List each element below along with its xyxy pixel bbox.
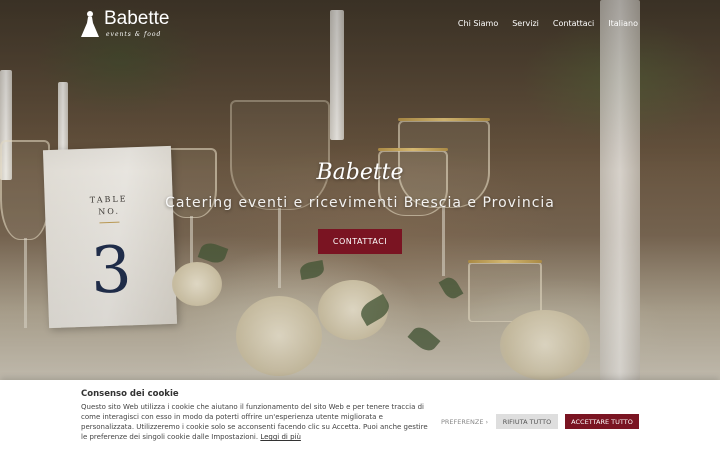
tumbler-glass (468, 262, 542, 322)
gold-rim (468, 260, 542, 263)
cookie-read-more-link[interactable]: Leggi di più (260, 433, 301, 441)
nav-language[interactable]: Italiano (608, 19, 638, 28)
cookie-reject-all-button[interactable]: RIFIUTA TUTTO (496, 414, 558, 429)
cookie-preferences-button[interactable]: PREFERENZE › (435, 414, 493, 429)
flower (172, 262, 222, 306)
bride-silhouette-icon (81, 11, 99, 37)
hero-tagline: Catering eventi e ricevimenti Brescia e … (165, 195, 555, 211)
logo-tagline: events & food (106, 31, 162, 38)
cookie-description: Questo sito Web utilizza i cookie che ai… (81, 403, 428, 441)
cookie-accept-all-button[interactable]: ACCETTARE TUTTO (565, 414, 639, 429)
cookie-text: Questo sito Web utilizza i cookie che ai… (81, 402, 431, 442)
flower (236, 296, 322, 376)
leaf (438, 274, 464, 302)
nav-chi-siamo[interactable]: Chi Siamo (458, 19, 498, 28)
main-nav: Chi Siamo Servizi Contattaci Italiano (458, 19, 638, 28)
contattaci-button[interactable]: CONTATTACI (318, 229, 402, 254)
logo-name: Babette (104, 8, 170, 29)
nav-contattaci[interactable]: Contattaci (553, 19, 594, 28)
gold-rim (378, 148, 448, 151)
cookie-actions: PREFERENZE › RIFIUTA TUTTO ACCETTARE TUT… (435, 414, 639, 429)
leaf (357, 293, 393, 327)
leaf (298, 260, 326, 280)
leaf (407, 323, 441, 355)
hero-brand: Babette (316, 160, 404, 185)
cookie-title: Consenso dei cookie (81, 389, 179, 399)
nav-servizi[interactable]: Servizi (512, 19, 539, 28)
hero-content: Babette Catering eventi e ricevimenti Br… (0, 160, 720, 254)
cookie-banner: Consenso dei cookie Questo sito Web util… (0, 380, 720, 450)
flower (500, 310, 590, 380)
gold-rim (398, 118, 490, 121)
candle (58, 82, 68, 152)
site-header: Babette events & food Chi Siamo Servizi … (0, 0, 720, 48)
flower (318, 280, 388, 340)
